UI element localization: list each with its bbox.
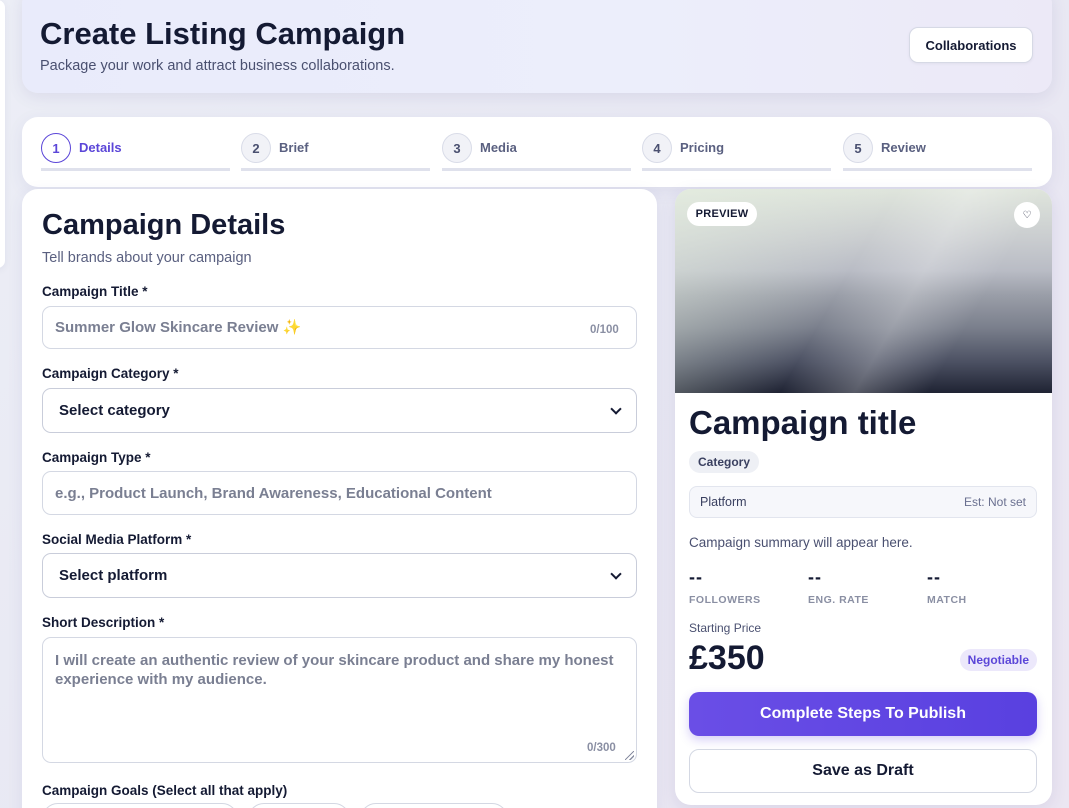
- description-char-count: 0/300: [587, 742, 616, 754]
- chevron-down-icon: [610, 402, 622, 415]
- short-description-label: Short Description *: [42, 615, 165, 630]
- page-header: Create Listing Campaign Package your wor…: [22, 0, 1052, 93]
- campaign-type-label: Campaign Type *: [42, 450, 151, 465]
- preview-platform: Platform: [700, 495, 747, 509]
- stat-value: --: [927, 567, 941, 587]
- heart-icon[interactable]: ♡: [1014, 202, 1040, 228]
- campaign-details-form: Campaign Details Tell brands about your …: [22, 189, 657, 808]
- stat-engagement-rate: -- ENG. RATE: [808, 567, 918, 606]
- step-number: 3: [442, 133, 472, 163]
- step-media[interactable]: 3 Media: [442, 133, 631, 171]
- step-number: 5: [843, 133, 873, 163]
- negotiable-badge: Negotiable: [959, 649, 1037, 671]
- platform-selected-value: Select platform: [59, 567, 168, 584]
- stat-label: FOLLOWERS: [689, 594, 761, 606]
- step-label: Review: [881, 140, 926, 155]
- stat-label: ENG. RATE: [808, 594, 869, 606]
- preview-category-pill: Category: [689, 451, 760, 473]
- stat-value: --: [808, 567, 822, 587]
- form-subtitle: Tell brands about your campaign: [42, 250, 252, 266]
- starting-price-label: Starting Price: [689, 621, 762, 635]
- goal-option[interactable]: [360, 803, 508, 808]
- campaign-title-input[interactable]: [42, 306, 637, 349]
- step-number: 1: [41, 133, 71, 163]
- form-title: Campaign Details: [42, 209, 286, 241]
- chevron-down-icon: [610, 567, 622, 580]
- step-brief[interactable]: 2 Brief: [241, 133, 430, 171]
- campaign-category-label: Campaign Category *: [42, 366, 179, 381]
- step-number: 4: [642, 133, 672, 163]
- campaign-title-label: Campaign Title *: [42, 284, 148, 299]
- step-number: 2: [241, 133, 271, 163]
- resize-handle-icon[interactable]: [625, 751, 634, 760]
- left-panel-edge: [0, 0, 5, 268]
- preview-badge: PREVIEW: [687, 202, 757, 226]
- category-selected-value: Select category: [59, 402, 170, 419]
- campaign-category-select[interactable]: Select category: [42, 388, 637, 433]
- preview-title: Campaign title: [689, 404, 917, 441]
- starting-price-value: £350: [689, 639, 765, 677]
- title-char-count: 0/100: [590, 324, 619, 336]
- stat-followers: -- FOLLOWERS: [689, 567, 799, 606]
- step-label: Details: [79, 140, 122, 155]
- step-label: Brief: [279, 140, 309, 155]
- complete-steps-to-publish-button[interactable]: Complete Steps To Publish: [689, 692, 1037, 736]
- preview-estimate: Est: Not set: [963, 495, 1026, 509]
- stat-match: -- MATCH: [927, 567, 1037, 606]
- goal-option[interactable]: [248, 803, 350, 808]
- preview-platform-row: Platform Est: Not set: [689, 486, 1037, 518]
- preview-summary: Campaign summary will appear here.: [689, 535, 913, 550]
- stat-label: MATCH: [927, 594, 967, 606]
- step-pricing[interactable]: 4 Pricing: [642, 133, 831, 171]
- stepper: 1 Details 2 Brief 3 Media 4 Pricing 5 Re…: [22, 117, 1052, 187]
- campaign-goals-label: Campaign Goals (Select all that apply): [42, 783, 288, 798]
- goal-option[interactable]: [42, 803, 238, 808]
- step-label: Pricing: [680, 140, 725, 155]
- social-platform-select[interactable]: Select platform: [42, 553, 637, 598]
- step-details[interactable]: 1 Details: [41, 133, 230, 171]
- social-platform-label: Social Media Platform *: [42, 532, 192, 547]
- step-review[interactable]: 5 Review: [843, 133, 1032, 171]
- campaign-preview-card: PREVIEW ♡ Campaign title Category Platfo…: [675, 189, 1052, 805]
- save-as-draft-button[interactable]: Save as Draft: [689, 749, 1037, 793]
- page-subtitle: Package your work and attract business c…: [40, 58, 395, 74]
- campaign-type-input[interactable]: [42, 471, 637, 515]
- page-title: Create Listing Campaign: [40, 16, 406, 51]
- collaborations-button[interactable]: Collaborations: [909, 27, 1033, 63]
- short-description-textarea[interactable]: [42, 637, 637, 763]
- step-label: Media: [480, 140, 517, 155]
- stat-value: --: [689, 567, 703, 587]
